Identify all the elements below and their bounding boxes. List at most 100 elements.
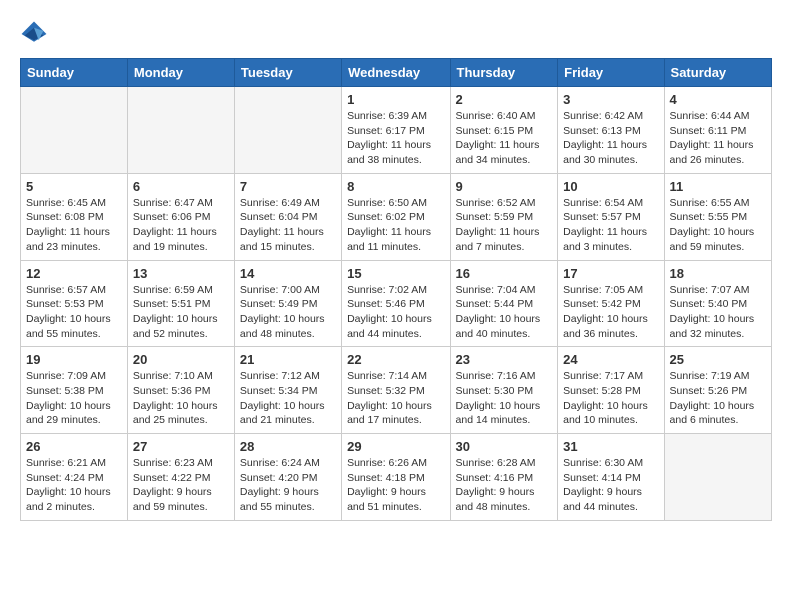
day-info: Sunrise: 6:55 AM Sunset: 5:55 PM Dayligh… [670,196,766,255]
day-number: 16 [456,266,553,281]
day-number: 12 [26,266,122,281]
day-info: Sunrise: 6:52 AM Sunset: 5:59 PM Dayligh… [456,196,553,255]
calendar-cell: 27 Sunrise: 6:23 AM Sunset: 4:22 PM Dayli… [127,434,234,521]
calendar-cell: 25 Sunrise: 7:19 AM Sunset: 5:26 PM Dayli… [664,347,771,434]
logo-icon [20,20,48,48]
day-number: 17 [563,266,658,281]
calendar-cell: 15 Sunrise: 7:02 AM Sunset: 5:46 PM Dayli… [342,260,450,347]
weekday-header-thursday: Thursday [450,59,558,87]
calendar-cell: 31 Sunrise: 6:30 AM Sunset: 4:14 PM Dayli… [558,434,664,521]
day-info: Sunrise: 7:19 AM Sunset: 5:26 PM Dayligh… [670,369,766,428]
calendar-cell [234,87,341,174]
day-number: 15 [347,266,444,281]
weekday-header-row: SundayMondayTuesdayWednesdayThursdayFrid… [21,59,772,87]
calendar-cell: 3 Sunrise: 6:42 AM Sunset: 6:13 PM Daylig… [558,87,664,174]
day-info: Sunrise: 7:05 AM Sunset: 5:42 PM Dayligh… [563,283,658,342]
day-info: Sunrise: 7:17 AM Sunset: 5:28 PM Dayligh… [563,369,658,428]
day-number: 28 [240,439,336,454]
calendar-cell: 11 Sunrise: 6:55 AM Sunset: 5:55 PM Dayli… [664,173,771,260]
calendar-cell [127,87,234,174]
calendar-cell: 17 Sunrise: 7:05 AM Sunset: 5:42 PM Dayli… [558,260,664,347]
day-info: Sunrise: 6:44 AM Sunset: 6:11 PM Dayligh… [670,109,766,168]
day-number: 25 [670,352,766,367]
calendar-cell: 13Sunrise: 6:59 AM Sunset: 5:51 PM Dayli… [127,260,234,347]
weekday-header-sunday: Sunday [21,59,128,87]
day-info: Sunrise: 6:42 AM Sunset: 6:13 PM Dayligh… [563,109,658,168]
weekday-header-saturday: Saturday [664,59,771,87]
weekday-header-wednesday: Wednesday [342,59,450,87]
day-number: 5 [26,179,122,194]
calendar-cell: 30 Sunrise: 6:28 AM Sunset: 4:16 PM Dayli… [450,434,558,521]
day-info: Sunrise: 6:26 AM Sunset: 4:18 PM Dayligh… [347,456,444,515]
day-number: 7 [240,179,336,194]
week-row-5: 26 Sunrise: 6:21 AM Sunset: 4:24 PM Dayli… [21,434,772,521]
calendar-cell: 19 Sunrise: 7:09 AM Sunset: 5:38 PM Dayli… [21,347,128,434]
calendar-cell: 9Sunrise: 6:52 AM Sunset: 5:59 PM Daylig… [450,173,558,260]
day-info: Sunrise: 7:12 AM Sunset: 5:34 PM Dayligh… [240,369,336,428]
calendar-cell: 1 Sunrise: 6:39 AM Sunset: 6:17 PM Daylig… [342,87,450,174]
header-row [20,20,772,48]
day-number: 21 [240,352,336,367]
page: SundayMondayTuesdayWednesdayThursdayFrid… [0,0,792,531]
day-info: Sunrise: 6:30 AM Sunset: 4:14 PM Dayligh… [563,456,658,515]
calendar-cell: 22Sunrise: 7:14 AM Sunset: 5:32 PM Dayli… [342,347,450,434]
week-row-2: 5 Sunrise: 6:45 AM Sunset: 6:08 PM Daylig… [21,173,772,260]
day-info: Sunrise: 6:40 AM Sunset: 6:15 PM Dayligh… [456,109,553,168]
day-info: Sunrise: 6:28 AM Sunset: 4:16 PM Dayligh… [456,456,553,515]
day-info: Sunrise: 7:02 AM Sunset: 5:46 PM Dayligh… [347,283,444,342]
day-info: Sunrise: 7:16 AM Sunset: 5:30 PM Dayligh… [456,369,553,428]
day-info: Sunrise: 6:50 AM Sunset: 6:02 PM Dayligh… [347,196,444,255]
day-number: 29 [347,439,444,454]
weekday-header-monday: Monday [127,59,234,87]
week-row-1: 1 Sunrise: 6:39 AM Sunset: 6:17 PM Daylig… [21,87,772,174]
day-number: 23 [456,352,553,367]
day-number: 24 [563,352,658,367]
day-number: 3 [563,92,658,107]
calendar-cell: 21 Sunrise: 7:12 AM Sunset: 5:34 PM Dayli… [234,347,341,434]
calendar-cell [664,434,771,521]
day-number: 10 [563,179,658,194]
calendar-cell: 2Sunrise: 6:40 AM Sunset: 6:15 PM Daylig… [450,87,558,174]
day-info: Sunrise: 6:24 AM Sunset: 4:20 PM Dayligh… [240,456,336,515]
day-number: 11 [670,179,766,194]
day-number: 27 [133,439,229,454]
calendar-cell: 7Sunrise: 6:49 AM Sunset: 6:04 PM Daylig… [234,173,341,260]
day-info: Sunrise: 6:23 AM Sunset: 4:22 PM Dayligh… [133,456,229,515]
day-info: Sunrise: 6:21 AM Sunset: 4:24 PM Dayligh… [26,456,122,515]
day-info: Sunrise: 6:39 AM Sunset: 6:17 PM Dayligh… [347,109,444,168]
day-info: Sunrise: 7:10 AM Sunset: 5:36 PM Dayligh… [133,369,229,428]
day-info: Sunrise: 6:47 AM Sunset: 6:06 PM Dayligh… [133,196,229,255]
weekday-header-tuesday: Tuesday [234,59,341,87]
calendar-cell: 12Sunrise: 6:57 AM Sunset: 5:53 PM Dayli… [21,260,128,347]
calendar-cell: 18 Sunrise: 7:07 AM Sunset: 5:40 PM Dayli… [664,260,771,347]
day-info: Sunrise: 7:09 AM Sunset: 5:38 PM Dayligh… [26,369,122,428]
day-number: 30 [456,439,553,454]
day-info: Sunrise: 6:59 AM Sunset: 5:51 PM Dayligh… [133,283,229,342]
calendar-cell: 8 Sunrise: 6:50 AM Sunset: 6:02 PM Daylig… [342,173,450,260]
calendar: SundayMondayTuesdayWednesdayThursdayFrid… [20,58,772,521]
logo [20,20,52,48]
day-info: Sunrise: 7:07 AM Sunset: 5:40 PM Dayligh… [670,283,766,342]
day-info: Sunrise: 6:45 AM Sunset: 6:08 PM Dayligh… [26,196,122,255]
weekday-header-friday: Friday [558,59,664,87]
day-number: 1 [347,92,444,107]
calendar-cell: 16 Sunrise: 7:04 AM Sunset: 5:44 PM Dayli… [450,260,558,347]
week-row-3: 12Sunrise: 6:57 AM Sunset: 5:53 PM Dayli… [21,260,772,347]
calendar-cell: 29 Sunrise: 6:26 AM Sunset: 4:18 PM Dayli… [342,434,450,521]
day-info: Sunrise: 6:54 AM Sunset: 5:57 PM Dayligh… [563,196,658,255]
calendar-cell: 24 Sunrise: 7:17 AM Sunset: 5:28 PM Dayli… [558,347,664,434]
calendar-cell: 5 Sunrise: 6:45 AM Sunset: 6:08 PM Daylig… [21,173,128,260]
day-number: 6 [133,179,229,194]
day-info: Sunrise: 7:04 AM Sunset: 5:44 PM Dayligh… [456,283,553,342]
day-number: 18 [670,266,766,281]
day-number: 26 [26,439,122,454]
day-number: 8 [347,179,444,194]
day-number: 20 [133,352,229,367]
calendar-cell: 20 Sunrise: 7:10 AM Sunset: 5:36 PM Dayli… [127,347,234,434]
day-number: 19 [26,352,122,367]
calendar-cell [21,87,128,174]
day-number: 22 [347,352,444,367]
calendar-cell: 4Sunrise: 6:44 AM Sunset: 6:11 PM Daylig… [664,87,771,174]
day-number: 31 [563,439,658,454]
day-number: 14 [240,266,336,281]
